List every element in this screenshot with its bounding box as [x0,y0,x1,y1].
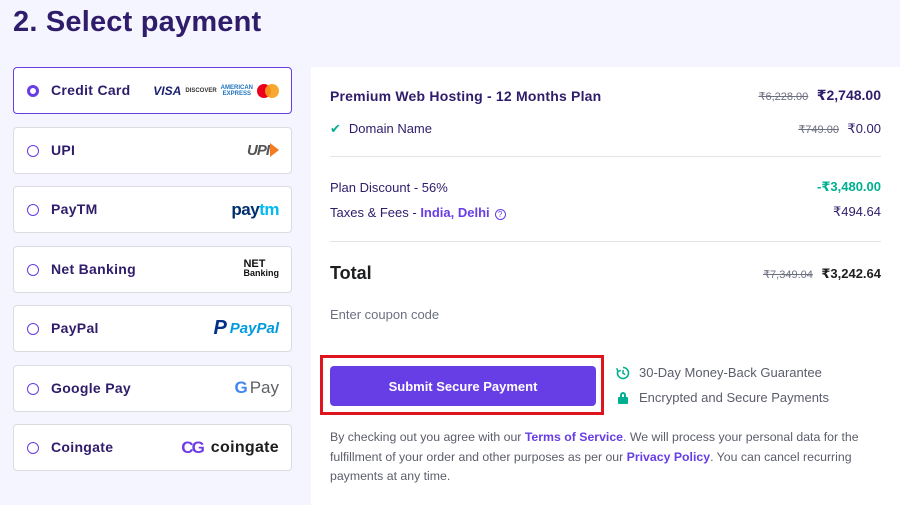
tax-location-link[interactable]: India, Delhi [420,205,489,220]
domain-price: ₹0.00 [847,121,881,136]
submit-payment-button[interactable]: Submit Secure Payment [330,366,596,406]
radio-credit-card[interactable] [27,85,39,97]
plan-name: Premium Web Hosting - 12 Months Plan [330,88,602,104]
total-label: Total [330,263,372,283]
privacy-policy-link[interactable]: Privacy Policy [627,450,710,464]
method-coingate[interactable]: Coingate CG coingate [13,424,292,471]
guarantees: 30-Day Money-Back Guarantee Encrypted an… [616,365,829,415]
payment-methods-list: Credit Card VISA DISCOVER AMERICAN EXPRES… [13,67,292,484]
discount-row: Plan Discount - 56% -₹3,480.00 [330,179,881,195]
terms-of-service-link[interactable]: Terms of Service [525,430,623,444]
discount-value: -₹3,480.00 [817,179,881,194]
plan-price: ₹2,748.00 [816,87,881,103]
total-row: Total ₹7,349.04 ₹3,242.64 [330,263,881,284]
total-old-price: ₹7,349.04 [763,268,813,281]
visa-logo: VISA [153,83,182,98]
method-upi[interactable]: UPI UPI [13,126,292,174]
plan-old-price: ₹6,228.00 [758,91,809,103]
method-label: Net Banking [51,260,136,277]
domain-name: Domain Name [348,121,432,136]
upi-logo: UPI [247,128,279,173]
guarantee-money-back: 30-Day Money-Back Guarantee [616,365,829,380]
card-brands-logo: VISA DISCOVER AMERICAN EXPRESS [153,68,279,113]
mastercard-logo [257,83,279,98]
domain-old-price: ₹749.00 [798,124,839,136]
method-label: Google Pay [51,379,132,396]
taxes-row: Taxes & Fees - India, Delhi? ₹494.64 [330,204,881,220]
method-label: Coingate [51,439,114,455]
method-label: PayTM [51,201,98,217]
taxes-label: Taxes & Fees - [330,204,421,220]
paytm-logo: paytm [231,199,279,219]
method-label: UPI [51,141,76,158]
check-icon: ✔ [330,121,341,136]
radio-coingate[interactable] [27,442,39,454]
method-google-pay[interactable]: Google Pay G Pay [13,364,292,412]
guarantee-text: 30-Day Money-Back Guarantee [639,365,822,380]
radio-upi[interactable] [27,144,39,157]
method-paytm[interactable]: PayTM paytm [13,186,292,233]
amex-logo: AMERICAN EXPRESS [220,84,253,97]
radio-paypal[interactable] [27,323,39,335]
divider [330,241,881,242]
taxes-value: ₹494.64 [832,204,881,219]
guarantee-text: Encrypted and Secure Payments [639,390,830,405]
coingate-logo: CG coingate [181,437,279,457]
domain-row: ✔ Domain Name ₹749.00 ₹0.00 [330,120,881,138]
paypal-logo: P PayPal [213,317,279,339]
discount-label: Plan Discount - 56% [330,179,448,195]
order-summary: Premium Web Hosting - 12 Months Plan ₹6,… [311,67,900,505]
lock-icon [616,391,630,405]
discover-logo: DISCOVER [185,87,217,94]
help-icon[interactable]: ? [494,208,506,220]
page-title: 2. Select payment [13,6,262,38]
method-label: Credit Card [51,82,131,98]
radio-google-pay[interactable] [27,382,39,395]
radio-net-banking[interactable] [27,263,39,276]
coupon-input[interactable] [330,307,730,322]
total-price: ₹3,242.64 [821,265,881,281]
net-banking-logo: NET Banking [243,258,279,278]
guarantee-secure: Encrypted and Secure Payments [616,390,829,405]
method-label: PayPal [51,320,99,336]
method-paypal[interactable]: PayPal P PayPal [13,305,292,352]
google-pay-logo: G Pay [234,378,279,397]
plan-row: Premium Web Hosting - 12 Months Plan ₹6,… [330,87,881,105]
method-credit-card[interactable]: Credit Card VISA DISCOVER AMERICAN EXPRES… [13,67,292,114]
legal-text: By checking out you agree with our Terms… [330,430,859,483]
money-back-icon [616,366,630,380]
method-net-banking[interactable]: Net Banking NET Banking [13,245,292,293]
radio-paytm[interactable] [27,204,39,216]
divider [330,156,881,157]
